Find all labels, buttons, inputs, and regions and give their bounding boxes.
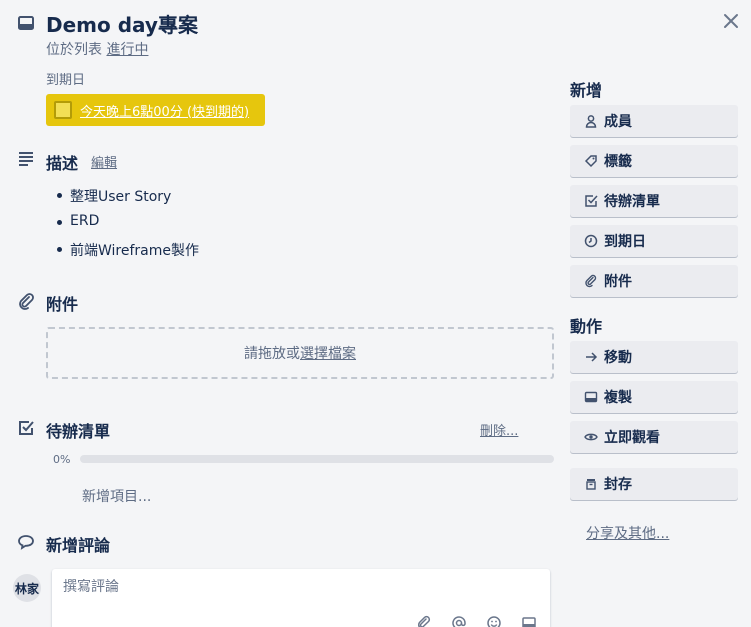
share-more-link[interactable]: 分享及其他... xyxy=(586,523,669,543)
attachments-heading: 附件 xyxy=(46,295,79,314)
attachment-icon[interactable] xyxy=(416,615,432,627)
in-list-prefix: 位於列表 xyxy=(46,42,102,58)
due-complete-checkbox[interactable] xyxy=(54,101,72,119)
close-icon[interactable] xyxy=(722,12,740,30)
add-heading: 新增 xyxy=(570,81,603,100)
sidebar-button-label: 封存 xyxy=(604,477,632,493)
card-icon xyxy=(17,14,35,32)
checklist-progress-bar xyxy=(80,455,554,463)
checklist-heading: 待辦清單 xyxy=(46,422,111,441)
paperclip-icon xyxy=(17,292,35,310)
add-due-date-button[interactable]: 到期日 xyxy=(570,225,738,257)
sidebar-button-label: 到期日 xyxy=(604,234,646,250)
due-date-value[interactable]: 今天晚上6點00分 (快到期的) xyxy=(80,101,249,120)
add-checklist-button[interactable]: 待辦清單 xyxy=(570,185,738,217)
due-date-label: 到期日 xyxy=(46,73,86,88)
sidebar-button-label: 標籤 xyxy=(604,154,632,170)
add-attachment-button[interactable]: 附件 xyxy=(570,265,738,297)
description-item: 前端Wireframe製作 xyxy=(56,240,199,267)
attachment-dropzone[interactable]: 請拖放或 選擇檔案 xyxy=(46,327,554,379)
add-labels-button[interactable]: 標籤 xyxy=(570,145,738,177)
add-members-button[interactable]: 成員 xyxy=(570,105,738,137)
comment-input[interactable] xyxy=(63,579,533,595)
sidebar-button-label: 附件 xyxy=(604,274,632,290)
comment-box[interactable] xyxy=(52,569,550,627)
description-item: 整理User Story xyxy=(56,186,199,213)
sidebar-button-label: 成員 xyxy=(604,114,632,130)
archive-icon xyxy=(584,477,598,491)
avatar[interactable]: 林家 xyxy=(13,574,41,602)
sidebar-button-label: 立即觀看 xyxy=(604,430,660,446)
checklist-icon xyxy=(17,419,35,437)
checkbox-icon xyxy=(584,194,598,208)
actions-heading: 動作 xyxy=(570,317,603,336)
card-icon xyxy=(584,390,598,404)
sidebar-button-label: 移動 xyxy=(604,350,632,366)
description-item: ERD xyxy=(56,213,199,240)
card-icon[interactable] xyxy=(521,615,537,627)
description-edit-link[interactable]: 編輯 xyxy=(91,152,117,171)
paperclip-icon xyxy=(584,274,598,288)
in-list-text: 位於列表 進行中 xyxy=(46,39,148,59)
move-button[interactable]: 移動 xyxy=(570,341,738,373)
list-name-link[interactable]: 進行中 xyxy=(106,42,148,58)
comment-icon xyxy=(17,533,35,551)
eye-icon xyxy=(584,430,598,444)
mention-icon[interactable] xyxy=(451,615,467,627)
archive-button[interactable]: 封存 xyxy=(570,468,738,500)
copy-button[interactable]: 複製 xyxy=(570,381,738,413)
tag-icon xyxy=(584,154,598,168)
checklist-add-item[interactable]: 新增項目... xyxy=(82,486,151,506)
description-icon xyxy=(17,150,35,168)
due-date-badge[interactable]: 今天晚上6點00分 (快到期的) xyxy=(46,94,265,126)
person-icon xyxy=(584,114,598,128)
checklist-percent: 0% xyxy=(53,453,71,466)
select-file-link[interactable]: 選擇檔案 xyxy=(300,343,356,363)
dropzone-text: 請拖放或 xyxy=(244,346,300,362)
arrow-right-icon xyxy=(584,350,598,364)
comments-heading: 新增評論 xyxy=(46,536,111,555)
clock-icon xyxy=(584,234,598,248)
description-list: 整理User Story ERD 前端Wireframe製作 xyxy=(56,186,199,267)
sidebar-button-label: 複製 xyxy=(604,390,632,406)
emoji-icon[interactable] xyxy=(486,615,502,627)
card-title[interactable]: Demo day專案 xyxy=(46,9,198,38)
sidebar-button-label: 待辦清單 xyxy=(604,194,660,210)
watch-button[interactable]: 立即觀看 xyxy=(570,421,738,453)
checklist-delete-button[interactable]: 刪除... xyxy=(480,420,518,439)
description-heading: 描述 xyxy=(46,154,79,173)
